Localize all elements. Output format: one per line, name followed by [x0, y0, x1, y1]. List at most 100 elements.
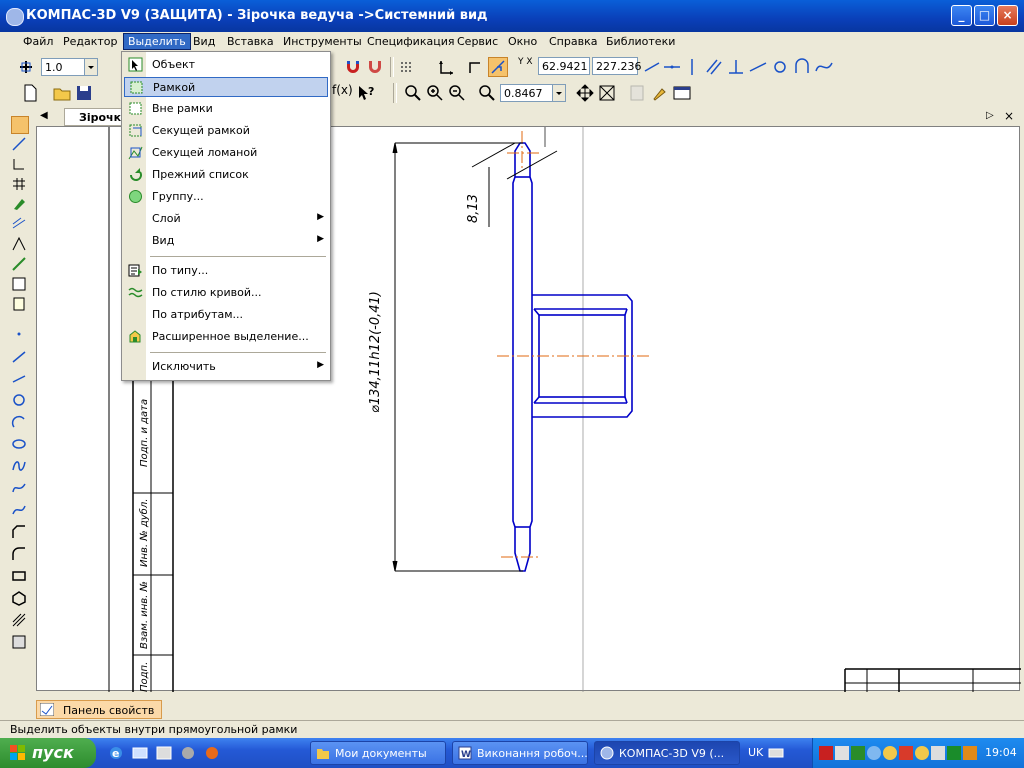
polyline-tool-icon[interactable] [11, 502, 27, 518]
open-folder-icon[interactable] [52, 83, 72, 103]
language-indicator[interactable]: UK [748, 746, 763, 759]
quick-launch-media-icon[interactable] [180, 745, 196, 761]
start-button[interactable]: пуск [0, 738, 96, 768]
quick-launch-desktop-icon[interactable] [132, 745, 148, 761]
local-cs-icon[interactable] [436, 57, 456, 77]
snap-icon[interactable] [16, 57, 36, 77]
kompas-app-icon[interactable] [6, 8, 24, 26]
geometry-panel-icon[interactable] [11, 116, 29, 134]
menu-tools[interactable]: Инструменты [283, 35, 362, 48]
tray-update-icon[interactable] [899, 746, 913, 760]
menu-item-extended-select[interactable]: Расширенное выделение... [124, 327, 328, 347]
tab-scroll-right-icon[interactable]: ▷ [986, 110, 994, 121]
perpendicular-icon[interactable] [726, 57, 746, 77]
polygon-tool-icon[interactable] [11, 590, 27, 606]
tray-app-icon[interactable] [851, 746, 865, 760]
menu-libraries[interactable]: Библиотеки [606, 35, 675, 48]
symbols-panel-icon[interactable] [11, 156, 27, 172]
function-icon[interactable]: f(x) [332, 83, 353, 103]
reports-panel-icon[interactable] [11, 296, 27, 312]
zoom-field[interactable]: 0.8467 [500, 84, 554, 102]
properties-panel-tab[interactable]: Панель свойств [36, 700, 162, 719]
hatch-tool-icon[interactable] [11, 612, 27, 628]
circle-center-icon[interactable] [770, 57, 790, 77]
menu-item-view[interactable]: Вид ▶ [124, 231, 328, 251]
tab-scroll-left-icon[interactable]: ◀ [40, 110, 48, 121]
close-button[interactable]: × [997, 5, 1018, 26]
menu-item-outside-frame[interactable]: Вне рамки [124, 99, 328, 119]
menu-item-by-curve-style[interactable]: По стилю кривой... [124, 283, 328, 303]
menu-service[interactable]: Сервис [457, 35, 498, 48]
coord-y-field[interactable]: 227.236 [592, 57, 642, 75]
tray-volume-icon[interactable] [931, 746, 945, 760]
menu-item-object[interactable]: Объект [124, 55, 328, 75]
dimensions-panel-icon[interactable] [11, 136, 27, 152]
maximize-button[interactable]: □ [974, 5, 995, 26]
arc-icon[interactable] [792, 57, 812, 77]
grid-icon[interactable] [398, 57, 418, 77]
new-document-icon[interactable] [20, 83, 40, 103]
keyboard-icon[interactable] [768, 746, 784, 760]
menu-item-by-type[interactable]: По типу... [124, 261, 328, 281]
magnet-icon[interactable] [343, 57, 363, 77]
ellipse-tool-icon[interactable] [11, 436, 27, 452]
menu-item-previous-list[interactable]: Прежний список [124, 165, 328, 185]
equidistant-tool-icon[interactable] [11, 634, 27, 650]
zoom-dropdown-icon[interactable] [552, 84, 566, 102]
menu-specification[interactable]: Спецификация [367, 35, 454, 48]
round-mode-icon[interactable] [488, 57, 508, 77]
tray-security-icon[interactable] [883, 746, 897, 760]
drawing-window-icon[interactable] [672, 83, 692, 103]
edit-panel-icon[interactable] [11, 196, 27, 212]
tray-network-icon[interactable] [835, 746, 849, 760]
zoom-out-icon[interactable] [447, 83, 467, 103]
aux-line-icon[interactable] [11, 370, 27, 386]
taskbar-item-word[interactable]: W Виконання робоч... [452, 741, 588, 765]
tray-misc-icon[interactable] [963, 746, 977, 760]
menu-item-by-attributes[interactable]: По атрибутам... [124, 305, 328, 325]
segment-tool-icon[interactable] [11, 348, 27, 364]
bezier-tool-icon[interactable] [11, 480, 27, 496]
nurbs-tool-icon[interactable] [11, 458, 27, 474]
show-all-icon[interactable] [597, 83, 617, 103]
taskbar-item-kompas[interactable]: КОМПАС-3D V9 (... [594, 741, 740, 765]
tray-battery-icon[interactable] [947, 746, 961, 760]
save-icon[interactable] [74, 83, 94, 103]
zoom-scale-icon[interactable] [477, 83, 497, 103]
spec-panel-icon[interactable] [11, 276, 27, 292]
magnet-off-icon[interactable] [365, 57, 385, 77]
menu-help[interactable]: Справка [549, 35, 597, 48]
vertical-line-icon[interactable] [682, 57, 702, 77]
brush-icon[interactable] [650, 83, 670, 103]
measure-icon[interactable] [11, 236, 27, 252]
menu-file[interactable]: Файл [23, 35, 53, 48]
tab-close-icon[interactable]: × [1004, 109, 1014, 123]
point-tool-icon[interactable] [11, 326, 27, 342]
circle-tool-icon[interactable] [11, 392, 27, 408]
help-pointer-icon[interactable]: ? [356, 83, 376, 103]
pan-icon[interactable] [575, 83, 595, 103]
scale-dropdown-icon[interactable] [84, 58, 98, 76]
select-panel-icon[interactable] [11, 256, 27, 272]
rectangle-tool-icon[interactable] [11, 568, 27, 584]
menu-item-crossing-frame[interactable]: Секущей рамкой [124, 121, 328, 141]
zoom-in-icon[interactable] [425, 83, 445, 103]
menu-item-layer[interactable]: Слой ▶ [124, 209, 328, 229]
menu-item-group[interactable]: Группу... [124, 187, 328, 207]
menu-item-frame[interactable]: Рамкой [124, 77, 328, 97]
menu-view[interactable]: Вид [193, 35, 215, 48]
chamfer-tool-icon[interactable] [11, 524, 27, 540]
parametrization-icon[interactable] [11, 216, 27, 232]
table-panel-icon[interactable] [11, 176, 27, 192]
fillet-tool-icon[interactable] [11, 546, 27, 562]
quick-launch-ie-icon[interactable]: e [108, 745, 124, 761]
minimize-button[interactable]: _ [951, 5, 972, 26]
menu-editor[interactable]: Редактор [63, 35, 118, 48]
tray-bluetooth-icon[interactable] [867, 746, 881, 760]
copy-properties-icon[interactable] [627, 83, 647, 103]
quick-launch-explorer-icon[interactable] [156, 745, 172, 761]
quick-launch-firefox-icon[interactable] [204, 745, 220, 761]
tray-messenger-icon[interactable] [915, 746, 929, 760]
tangent-line-icon[interactable] [748, 57, 768, 77]
menu-window[interactable]: Окно [508, 35, 537, 48]
